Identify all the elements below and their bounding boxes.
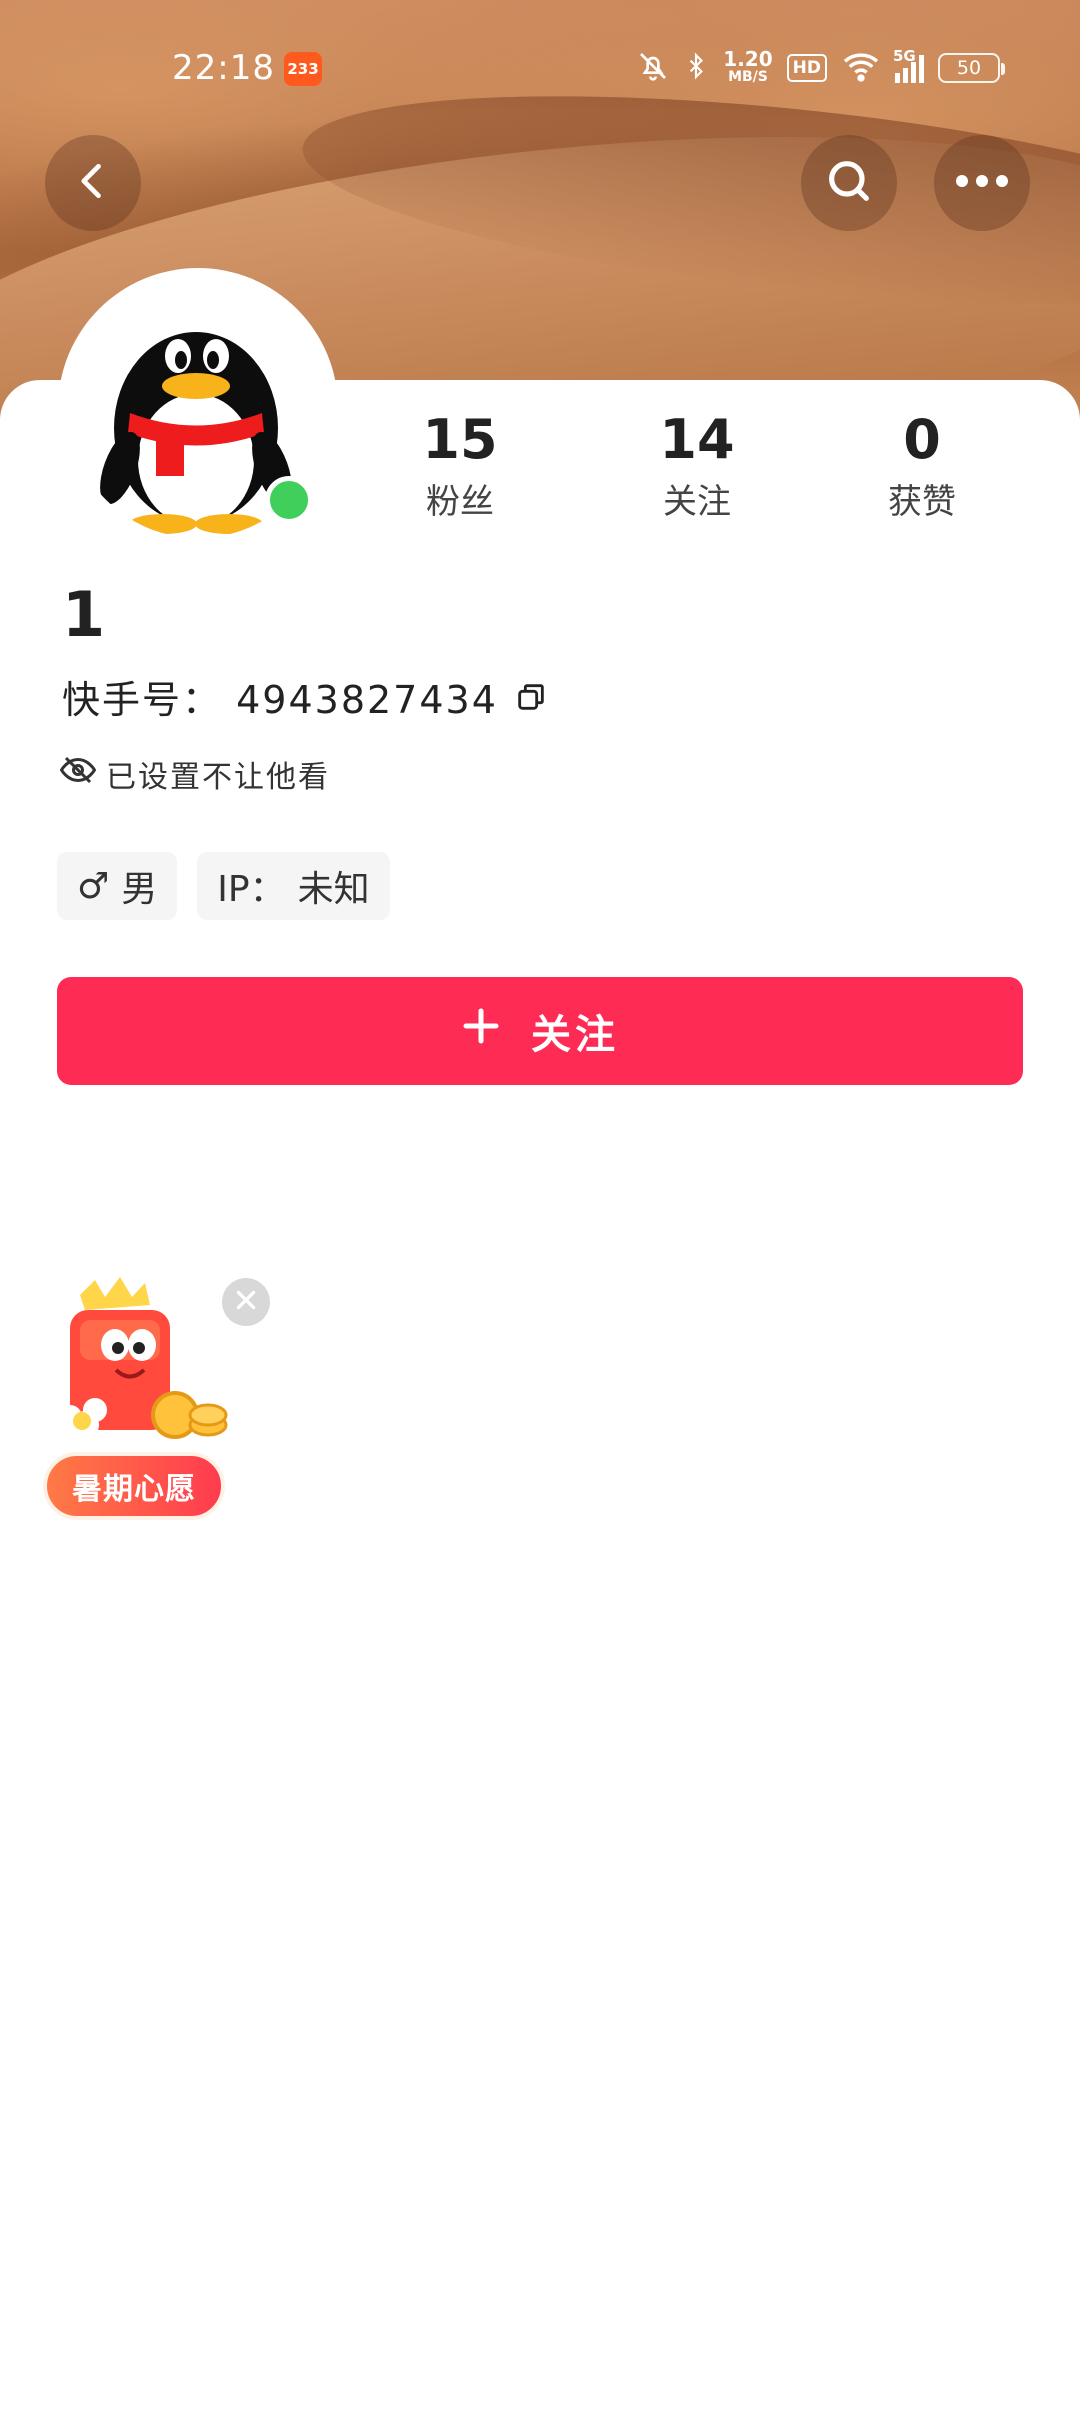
likes-count: 0 [903, 408, 941, 471]
kuaishou-id-value: 4943827434 [236, 677, 498, 722]
close-icon [233, 1287, 259, 1317]
stat-likes[interactable]: 0 获赞 [822, 405, 1022, 527]
following-count: 14 [659, 408, 735, 471]
search-button[interactable] [801, 135, 897, 231]
male-icon: ♂ [77, 865, 110, 907]
bell-muted-icon [637, 50, 669, 87]
gender-text: 男 [121, 869, 158, 910]
battery-indicator: 50 [938, 53, 1005, 83]
more-dots-icon [952, 171, 1012, 195]
hd-icon: HD [786, 54, 827, 82]
plus-icon [461, 1006, 501, 1056]
following-label: 关注 [663, 482, 731, 522]
chevron-left-icon [71, 156, 115, 210]
app-notification-badge: 233 [284, 52, 322, 86]
ip-label: IP： [217, 869, 286, 910]
network-speed: 1.20 MB/S [723, 47, 773, 85]
fans-count: 15 [422, 408, 498, 471]
profile-name: 1 [62, 578, 106, 651]
likes-label: 获赞 [888, 482, 956, 522]
back-button[interactable] [45, 135, 141, 231]
stats-row: 15 粉丝 14 关注 0 获赞 [360, 405, 1060, 535]
gender-tag: ♂ 男 [57, 852, 178, 920]
status-right-icons: 1.20 MB/S HD 5G 50 [637, 47, 1005, 88]
follow-button[interactable]: 关注 [57, 977, 1023, 1085]
online-status-dot [265, 476, 313, 524]
wifi-icon [841, 50, 881, 87]
kuaishou-id-row: 快手号： 4943827434 [62, 668, 548, 724]
signal-icon: 5G [893, 47, 924, 83]
ip-value: 未知 [297, 869, 370, 910]
stat-following[interactable]: 14 关注 [597, 405, 797, 527]
status-bar: 22:18 233 1.20 MB/S HD 5G 50 [0, 0, 1080, 140]
eye-hidden-icon [59, 755, 97, 793]
summer-wish-label[interactable]: 暑期心愿 [43, 1452, 225, 1520]
more-button[interactable] [934, 135, 1030, 231]
fans-label: 粉丝 [426, 482, 494, 522]
kuaishou-id-label: 快手号： 4943827434 [62, 677, 498, 722]
copy-icon[interactable] [514, 679, 548, 713]
ip-tag: IP： 未知 [197, 852, 390, 920]
widget-close-button[interactable] [222, 1278, 270, 1326]
status-time: 22:18 [172, 48, 275, 88]
profile-screen: 22:18 233 1.20 MB/S HD 5G 50 15 粉丝 14 关注… [0, 0, 1080, 2412]
stat-fans[interactable]: 15 粉丝 [360, 405, 560, 527]
bluetooth-icon [683, 50, 709, 87]
follow-button-label: 关注 [531, 1012, 619, 1058]
privacy-text: 已设置不让他看 [106, 760, 330, 795]
profile-tags: ♂ 男 IP： 未知 [57, 852, 390, 920]
search-icon [823, 155, 875, 211]
privacy-setting-row[interactable]: 已设置不让他看 [59, 752, 330, 796]
